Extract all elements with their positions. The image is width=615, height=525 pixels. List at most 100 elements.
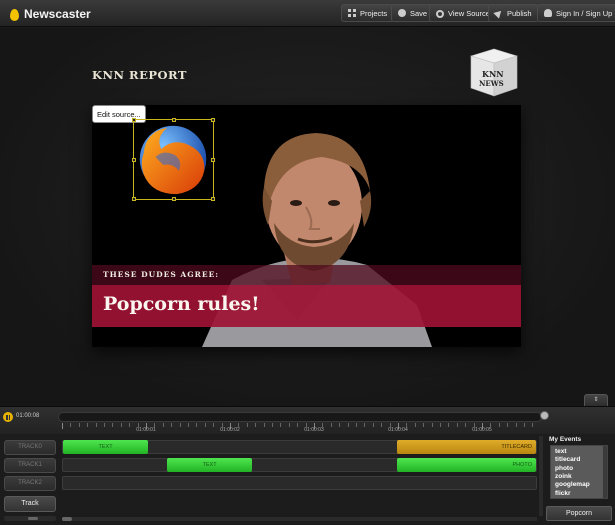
track-lane-2[interactable] <box>62 476 537 490</box>
ruler-tick <box>179 423 181 427</box>
ruler-label: 01:00:03 <box>304 427 324 433</box>
ruler-tick <box>356 423 357 427</box>
event-type-titlecard[interactable]: titlecard <box>555 456 580 463</box>
lower-third-tag-text: THESE DUDES AGREE: <box>103 270 220 279</box>
ruler-tick <box>272 423 273 427</box>
stage: KNN REPORT KNN NEWS THESE DUDES AGREE: P… <box>0 28 615 406</box>
resize-handle-sw[interactable] <box>132 197 136 201</box>
ruler-label: 01:00:02 <box>220 427 240 433</box>
knn-news-logo-icon: KNN NEWS <box>469 48 519 97</box>
ruler-tick <box>381 423 383 427</box>
top-bar: Newscaster Projects Save View Source Pub… <box>0 0 615 27</box>
brand[interactable]: Newscaster <box>10 5 91 22</box>
add-track-button[interactable]: Track <box>4 496 56 512</box>
publish-label: Publish <box>507 8 532 18</box>
view-source-button[interactable]: View Source <box>429 4 497 22</box>
ruler-tick <box>423 423 425 427</box>
ruler-tick <box>120 423 122 427</box>
ruler-tick <box>532 423 534 427</box>
ruler-tick <box>330 423 332 427</box>
ruler-tick <box>465 423 467 427</box>
projects-button[interactable]: Projects <box>341 4 395 22</box>
track-event-photo[interactable]: PHOTO <box>397 458 536 472</box>
scrollbar-thumb[interactable] <box>28 517 38 520</box>
track-event-text[interactable]: TEXT <box>167 458 253 472</box>
ruler-tick <box>339 423 341 427</box>
ruler-tick <box>246 423 248 427</box>
lower-third-main-text: Popcorn rules! <box>103 293 260 315</box>
event-type-flickr[interactable]: flickr <box>555 490 571 497</box>
timeline-vertical-scrollbar[interactable] <box>539 436 543 516</box>
ruler-label: 01:00:04 <box>388 427 408 433</box>
ruler-tick <box>280 423 282 427</box>
user-icon <box>544 9 552 17</box>
event-type-photo[interactable]: photo <box>555 465 573 472</box>
ruler-tick <box>95 423 97 427</box>
resize-handle-n[interactable] <box>172 118 176 122</box>
resize-handle-w[interactable] <box>132 158 136 162</box>
resize-handle-ne[interactable] <box>211 118 215 122</box>
track-label-0[interactable]: TRACK0 <box>4 440 56 455</box>
ruler-tick <box>507 423 509 427</box>
timeline-horizontal-scrollbar[interactable] <box>62 517 537 521</box>
track-lane-0[interactable]: TEXT TITLECARD <box>62 440 537 454</box>
events-list-scrollbar[interactable] <box>603 446 607 498</box>
events-list: text titlecard photo zoink googlemap flickr <box>550 445 608 499</box>
firefox-logo-selection[interactable] <box>132 118 215 201</box>
popcorn-button[interactable]: Popcorn <box>546 506 612 521</box>
lower-third-main: Popcorn rules! <box>92 285 521 327</box>
track-event-text[interactable]: TEXT <box>63 440 149 454</box>
ruler-tick <box>414 423 416 427</box>
track-label-1[interactable]: TRACK1 <box>4 458 56 473</box>
ruler-tick <box>524 423 525 427</box>
report-title: KNN REPORT <box>92 68 187 82</box>
ruler-tick <box>288 423 290 427</box>
ruler-tick <box>87 423 89 427</box>
scrubber-track[interactable] <box>58 412 542 422</box>
track-event-titlecard[interactable]: TITLECARD <box>397 440 536 454</box>
events-panel-title: My Events <box>549 436 582 443</box>
view-source-label: View Source <box>448 8 490 18</box>
ruler-tick <box>129 423 131 427</box>
ruler-tick <box>431 423 433 427</box>
ruler-label: 01:00:01 <box>136 427 156 433</box>
signin-label: Sign In / Sign Up <box>556 8 613 18</box>
resize-handle-s[interactable] <box>172 197 176 201</box>
pause-button[interactable] <box>3 412 13 422</box>
ruler-tick <box>162 423 164 427</box>
logo-text-knn: KNN <box>482 69 504 79</box>
ruler-tick <box>515 423 517 427</box>
timeline-controls: 01:00:08 01:00:01 01:00:02 01:00:03 01:00:0… <box>0 406 615 434</box>
save-button[interactable]: Save <box>391 4 435 22</box>
signin-button[interactable]: Sign In / Sign Up <box>537 4 615 22</box>
current-time: 01:00:08 <box>16 413 40 419</box>
resize-handle-nw[interactable] <box>132 118 136 122</box>
ruler-tick <box>188 423 189 427</box>
ruler-tick <box>448 423 450 427</box>
projects-label: Projects <box>360 8 388 18</box>
scrollbar-thumb[interactable] <box>62 517 72 521</box>
resize-handle-e[interactable] <box>211 158 215 162</box>
ruler-tick <box>372 423 374 427</box>
firefox-logo-icon <box>139 125 207 195</box>
track-lane-1[interactable]: TEXT PHOTO <box>62 458 537 472</box>
publish-button[interactable]: Publish <box>488 4 539 22</box>
ruler-tick <box>440 423 441 427</box>
event-type-text[interactable]: text <box>555 448 567 455</box>
grid-icon <box>348 9 356 17</box>
save-label: Save <box>410 8 428 18</box>
ruler-tick <box>62 423 63 429</box>
track-label-2[interactable]: TRACK2 <box>4 476 56 491</box>
timeline-collapse-button[interactable]: ⇕ <box>584 394 608 406</box>
resize-handle-se[interactable] <box>211 197 215 201</box>
zoom-knob[interactable] <box>540 411 549 420</box>
event-type-zoink[interactable]: zoink <box>555 473 572 480</box>
ruler-label: 01:00:05 <box>472 427 492 433</box>
event-type-googlemap[interactable]: googlemap <box>555 481 590 488</box>
ruler-tick <box>70 423 72 427</box>
ruler-tick <box>112 423 114 427</box>
track-labels-scrollbar[interactable] <box>4 516 56 521</box>
ruler-tick <box>171 423 173 427</box>
eye-icon <box>436 9 444 18</box>
popcorn-drop-icon <box>10 8 19 21</box>
